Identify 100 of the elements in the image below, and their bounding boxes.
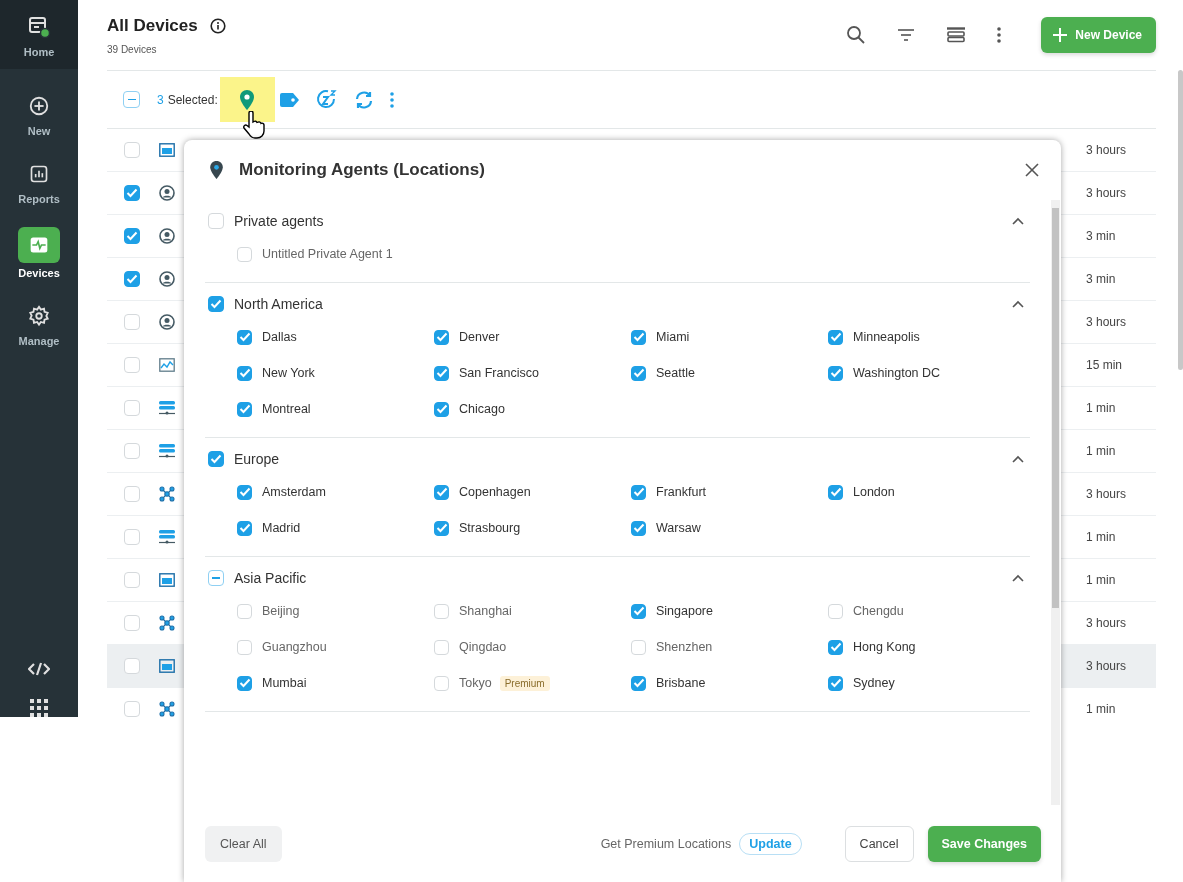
nav-label: Manage: [18, 335, 60, 347]
last-check-time: 3 min: [1086, 272, 1117, 286]
location-checkbox[interactable]: [237, 329, 252, 345]
location-checkbox[interactable]: [828, 639, 843, 655]
nav-item[interactable]: Reports: [0, 149, 78, 213]
last-check-time: 3 hours: [1086, 143, 1128, 157]
scrollbar-thumb[interactable]: [1178, 70, 1183, 370]
location-name: Brisbane: [656, 676, 706, 690]
location-name: San Francisco: [459, 366, 539, 380]
dialog-title: Monitoring Agents (Locations): [239, 160, 485, 180]
chevron-icon[interactable]: [1012, 574, 1024, 582]
location-name: Hong Kong: [853, 640, 916, 654]
nav-item[interactable]: Home: [0, 0, 78, 69]
filter-icon[interactable]: [897, 28, 916, 42]
last-check-time: 3 hours: [1086, 487, 1128, 501]
location-checkbox[interactable]: [237, 520, 252, 536]
location-checkbox[interactable]: [434, 484, 449, 500]
browser-window-icon: [159, 573, 175, 587]
chevron-icon[interactable]: [1012, 300, 1024, 308]
location-name: Minneapolis: [853, 330, 920, 344]
apps-grid-icon[interactable]: [30, 699, 48, 717]
cancel-button[interactable]: Cancel: [844, 825, 914, 862]
region-checkbox[interactable]: [208, 296, 224, 312]
selected-label: Selected:: [167, 92, 218, 107]
location-name: Mumbai: [262, 676, 307, 690]
location-checkbox[interactable]: [631, 484, 646, 500]
last-check-time: 1 min: [1086, 401, 1117, 415]
device-count: 39 Devices: [107, 43, 158, 55]
add-icon: [28, 95, 50, 117]
last-check-time: 3 hours: [1086, 616, 1128, 630]
location-checkbox[interactable]: [237, 401, 252, 417]
user-icon: [159, 314, 175, 330]
location-checkbox[interactable]: [631, 603, 646, 619]
nav-item[interactable]: New: [0, 81, 78, 145]
last-check-time: 3 min: [1086, 229, 1117, 243]
last-check-time: 3 hours: [1086, 186, 1128, 200]
region-checkbox[interactable]: [208, 570, 224, 586]
premium-text: Get Premium Locations: [600, 836, 732, 851]
location-name: Madrid: [262, 521, 301, 535]
location-checkbox[interactable]: [434, 365, 449, 381]
location-checkbox[interactable]: [828, 675, 843, 691]
nav-item[interactable]: Manage: [0, 291, 78, 355]
location-checkbox[interactable]: [237, 675, 252, 691]
last-check-time: 1 min: [1086, 444, 1117, 458]
location-checkbox[interactable]: [828, 484, 843, 500]
nav-label: New: [27, 125, 51, 137]
nav-item[interactable]: Devices: [0, 217, 78, 287]
location-checkbox[interactable]: [434, 520, 449, 536]
location-name: Montreal: [262, 402, 311, 416]
location-checkbox[interactable]: [631, 675, 646, 691]
list-view-icon[interactable]: [946, 27, 967, 43]
location-name: Shenzhen: [656, 640, 713, 654]
region-name: Asia Pacific: [234, 570, 307, 586]
location-pin-button[interactable]: [219, 77, 275, 122]
tag-icon[interactable]: [279, 92, 300, 107]
scrollbar[interactable]: [1051, 200, 1060, 805]
row-checkbox[interactable]: [124, 228, 140, 244]
location-name: Washington DC: [853, 366, 941, 380]
browser-window-icon: [159, 659, 175, 673]
close-icon[interactable]: [1025, 163, 1039, 177]
region-name: Europe: [234, 451, 280, 467]
location-name: Denver: [459, 330, 500, 344]
location-checkbox[interactable]: [434, 401, 449, 417]
search-icon[interactable]: [846, 25, 867, 45]
row-checkbox[interactable]: [124, 271, 140, 287]
row-checkbox[interactable]: [124, 185, 140, 201]
region-name: Private agents: [234, 213, 324, 229]
location-name: Seattle: [656, 366, 695, 380]
location-checkbox[interactable]: [828, 329, 843, 345]
more-icon[interactable]: [997, 27, 1002, 43]
refresh-icon[interactable]: [353, 90, 374, 109]
location-checkbox[interactable]: [631, 329, 646, 345]
location-checkbox[interactable]: [237, 365, 252, 381]
location-name: Copenhagen: [459, 485, 531, 499]
last-check-time: 1 min: [1086, 530, 1117, 544]
chevron-icon[interactable]: [1012, 455, 1024, 463]
location-name: Amsterdam: [262, 485, 326, 499]
location-name: Shanghai: [459, 604, 512, 618]
location-checkbox[interactable]: [434, 329, 449, 345]
location-name: Miami: [656, 330, 690, 344]
region-checkbox[interactable]: [208, 451, 224, 467]
location-checkbox[interactable]: [828, 365, 843, 381]
location-name: Dallas: [262, 330, 297, 344]
network-nodes-icon: [159, 615, 175, 631]
select-all-checkbox[interactable]: [123, 91, 140, 108]
chevron-icon[interactable]: [1012, 217, 1024, 225]
location-checkbox[interactable]: [631, 520, 646, 536]
clear-all-button[interactable]: Clear All: [205, 825, 282, 862]
settings-icon: [28, 305, 50, 327]
code-icon[interactable]: [28, 661, 50, 677]
location-checkbox[interactable]: [631, 365, 646, 381]
browser-window-icon: [159, 143, 175, 157]
snooze-icon[interactable]: [315, 88, 338, 111]
location-name: Guangzhou: [262, 640, 327, 654]
location-name: Sydney: [853, 676, 895, 690]
location-checkbox[interactable]: [237, 484, 252, 500]
info-icon[interactable]: [209, 17, 226, 34]
user-icon: [159, 228, 175, 244]
last-check-time: 1 min: [1086, 573, 1117, 587]
location-name: Tokyo: [459, 676, 492, 690]
